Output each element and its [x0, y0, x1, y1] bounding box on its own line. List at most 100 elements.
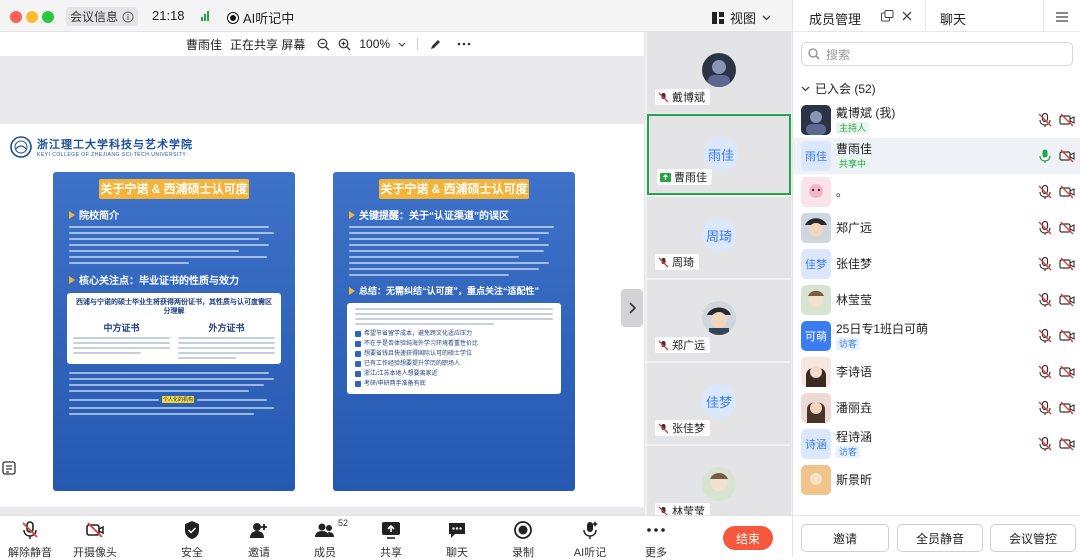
popout-icon[interactable] [881, 10, 894, 22]
tile-name: 周琦 [672, 257, 694, 269]
participant-row[interactable]: 李诗语 [793, 354, 1080, 390]
mic-muted-icon[interactable] [1037, 400, 1053, 416]
chevron-down-icon[interactable] [398, 42, 406, 47]
record-button[interactable]: 录制 [493, 520, 553, 560]
unmute-button[interactable]: 解除静音 [0, 520, 60, 560]
unmute-label: 解除静音 [8, 547, 52, 559]
camera-off-icon[interactable] [1059, 364, 1075, 380]
tab-chat[interactable]: 聊天 [940, 9, 966, 28]
ai-notes-status[interactable]: AI听记中 [228, 8, 294, 27]
check-item: 浙江/江苏本地人想要离家近 [355, 369, 553, 379]
meeting-control-button[interactable]: 会议管控 [990, 524, 1076, 552]
check-item: 不在乎是否体验纯海外学习环境看重性价比 [355, 339, 553, 349]
certificate-box: 西浦与宁诺的硕士毕业生将获得两份证书，其性质与认可度需区分理解 中方证书 外方证… [67, 293, 281, 364]
camera-off-icon[interactable] [1059, 292, 1075, 308]
zoom-out-icon[interactable] [317, 38, 330, 51]
mic-muted-icon[interactable] [1037, 436, 1053, 452]
mic-muted-icon[interactable] [1037, 112, 1053, 128]
camera-off-icon[interactable] [1059, 184, 1075, 200]
chat-button[interactable]: 聊天 [427, 520, 487, 560]
participant-row[interactable]: 潘丽垚 [793, 390, 1080, 426]
security-button[interactable]: 安全 [162, 520, 222, 560]
joined-section-header[interactable]: 已入会 (52) [801, 80, 876, 97]
camera-off-icon[interactable] [1059, 400, 1075, 416]
camera-off-icon[interactable] [1059, 148, 1075, 164]
mic-muted-icon[interactable] [1037, 184, 1053, 200]
view-menu[interactable]: 视图 [712, 8, 771, 27]
share-status-bar: 曹雨佳 正在共享 屏幕 100% [0, 32, 644, 56]
end-meeting-button[interactable]: 结束 [723, 526, 773, 550]
menu-icon[interactable] [1056, 12, 1068, 22]
participant-row[interactable]: 诗涵 程诗涵 访客 [793, 426, 1080, 462]
zoom-level[interactable]: 100% [359, 37, 390, 51]
meeting-info-button[interactable]: 会议信息 [66, 7, 139, 26]
members-button[interactable]: 52 成员 [295, 518, 355, 560]
video-tile[interactable]: 佳梦 张佳梦 [647, 363, 791, 444]
signal-icon [201, 11, 209, 21]
participant-row[interactable]: 戴博斌 (我) 主持人 [793, 102, 1080, 138]
share-button[interactable]: 共享 [361, 520, 421, 560]
members-panel: 成员管理 聊天 搜索 已入会 (52) 戴博斌 (我) 主持人 雨佳 曹雨佳 共享中 [792, 0, 1080, 557]
search-input[interactable]: 搜索 [801, 42, 1073, 66]
ai-notes-button[interactable]: AI听记 [560, 520, 620, 560]
info-panel-left: 关于宁诺 & 西浦硕士认可度 院校简介 核心关注点：毕业证书的性质与效力 西浦与… [53, 172, 295, 491]
tile-name: 曹雨佳 [674, 172, 707, 184]
chevron-right-icon [628, 302, 636, 314]
participant-row[interactable]: 郑广远 [793, 210, 1080, 246]
participant-row[interactable]: 可萌 25日专1班白可萌 访客 [793, 318, 1080, 354]
avatar: 雨佳 [801, 141, 831, 171]
more-button[interactable]: 更多 [626, 520, 686, 560]
camera-off-icon[interactable] [1059, 220, 1075, 236]
chevron-down-icon [762, 15, 771, 20]
summary-box: 希望节省留学成本，避免跨文化适应压力 不在乎是否体验纯海外学习环境看重性价比 想… [347, 303, 561, 394]
invite-button[interactable]: 邀请 [229, 520, 289, 560]
participant-row[interactable]: 林莹莹 [793, 282, 1080, 318]
participant-name: 曹雨佳 [836, 142, 873, 156]
mute-all-button[interactable]: 全员静音 [897, 524, 983, 552]
video-tile-active-speaker[interactable]: 雨佳 曹雨佳 [647, 114, 791, 195]
participant-row[interactable]: 佳梦 张佳梦 [793, 246, 1080, 282]
video-tile[interactable]: 林莹莹 [647, 446, 791, 515]
camera-off-icon[interactable] [1059, 328, 1075, 344]
mic-muted-icon[interactable] [1037, 364, 1053, 380]
view-label: 视图 [730, 11, 757, 26]
camera-button[interactable]: 开摄像头 [65, 520, 125, 560]
mic-muted-icon[interactable] [1037, 292, 1053, 308]
panel-section-heading: 院校简介 [69, 207, 295, 222]
zoom-in-icon[interactable] [338, 38, 351, 51]
video-tile[interactable]: 戴博斌 [647, 32, 791, 113]
ai-notes-label: AI听记 [573, 547, 607, 559]
divider [1043, 0, 1044, 32]
participant-name: 斯景昕 [836, 472, 873, 487]
invite-footer-button[interactable]: 邀请 [801, 524, 889, 552]
chat-label: 聊天 [446, 547, 468, 559]
camera-off-icon[interactable] [1059, 112, 1075, 128]
close-icon[interactable] [902, 11, 912, 21]
camera-off-icon[interactable] [1059, 436, 1075, 452]
participant-row[interactable]: 。 [793, 174, 1080, 210]
avatar: 周琦 [702, 218, 736, 252]
record-icon [514, 521, 532, 539]
participant-row[interactable]: 雨佳 曹雨佳 共享中 [793, 138, 1080, 174]
minimize-window-button[interactable] [26, 11, 38, 23]
participant-row[interactable]: 斯景昕 [793, 462, 1080, 498]
video-tile[interactable]: 周琦 周琦 [647, 197, 791, 278]
ai-status-label: AI听记中 [243, 11, 295, 26]
tab-members[interactable]: 成员管理 [809, 9, 861, 28]
annotate-pen-icon[interactable] [429, 38, 442, 51]
notes-icon[interactable] [2, 461, 18, 477]
more-icon[interactable] [456, 42, 472, 46]
mic-muted-icon[interactable] [1037, 328, 1053, 344]
mic-muted-icon[interactable] [1037, 256, 1053, 272]
mic-on-icon[interactable] [1037, 148, 1053, 164]
avatar [801, 177, 831, 207]
camera-off-icon[interactable] [1059, 256, 1075, 272]
next-page-button[interactable] [621, 289, 643, 327]
mic-muted-icon [658, 257, 669, 267]
video-tile[interactable]: 郑广远 [647, 280, 791, 361]
close-window-button[interactable] [10, 11, 22, 23]
maximize-window-button[interactable] [42, 11, 54, 23]
participant-list: 戴博斌 (我) 主持人 雨佳 曹雨佳 共享中 。 郑广远 佳梦 张佳梦 林莹莹 … [793, 102, 1080, 516]
mic-muted-icon[interactable] [1037, 220, 1053, 236]
participant-name: 张佳梦 [836, 256, 873, 271]
